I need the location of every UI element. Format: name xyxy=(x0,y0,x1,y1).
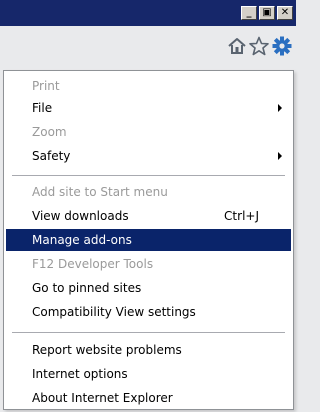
menu-item-view-downloads[interactable]: View downloads Ctrl+J xyxy=(6,205,291,227)
tools-menu: Print File Zoom Safety Add site to Start… xyxy=(3,70,294,410)
menu-item-label: File xyxy=(32,101,53,115)
browser-toolbar xyxy=(0,26,296,68)
menu-item-zoom: Zoom xyxy=(6,121,291,143)
menu-item-label: View downloads xyxy=(32,209,129,223)
menu-item-label: Manage add-ons xyxy=(32,233,132,247)
menu-item-label: Zoom xyxy=(32,125,67,139)
submenu-arrow-icon xyxy=(278,152,282,160)
menu-item-manage-addons[interactable]: Manage add-ons xyxy=(6,229,291,251)
favorites-star-icon[interactable] xyxy=(248,35,270,57)
home-icon[interactable] xyxy=(226,35,248,57)
menu-item-label: Go to pinned sites xyxy=(32,281,142,295)
submenu-arrow-icon xyxy=(278,104,282,112)
menu-item-file[interactable]: File xyxy=(6,97,291,119)
menu-item-print: Print xyxy=(6,75,291,97)
menu-item-compatibility-view[interactable]: Compatibility View settings xyxy=(6,301,291,323)
tools-gear-icon[interactable] xyxy=(271,35,293,57)
menu-item-label: Safety xyxy=(32,149,71,163)
menu-item-report-problems[interactable]: Report website problems xyxy=(6,339,291,361)
menu-item-label: Print xyxy=(32,79,60,93)
menu-separator xyxy=(12,332,285,333)
menu-item-label: F12 Developer Tools xyxy=(32,257,154,271)
menu-item-label: About Internet Explorer xyxy=(32,391,173,405)
minimize-button[interactable]: _ xyxy=(241,6,257,20)
close-button[interactable]: ✕ xyxy=(277,6,293,20)
maximize-button[interactable]: ▣ xyxy=(259,6,275,20)
menu-item-label: Report website problems xyxy=(32,343,182,357)
menu-separator xyxy=(12,175,285,176)
menu-item-add-site-to-start: Add site to Start menu xyxy=(6,181,291,203)
menu-item-label: Compatibility View settings xyxy=(32,305,196,319)
window-controls: _ ▣ ✕ xyxy=(241,6,293,20)
menu-item-label: Internet options xyxy=(32,367,128,381)
window-titlebar: _ ▣ ✕ xyxy=(0,0,296,26)
menu-item-pinned-sites[interactable]: Go to pinned sites xyxy=(6,277,291,299)
menu-item-internet-options[interactable]: Internet options xyxy=(6,363,291,385)
menu-item-safety[interactable]: Safety xyxy=(6,145,291,167)
menu-item-f12-developer-tools: F12 Developer Tools xyxy=(6,253,291,275)
menu-item-about-ie[interactable]: About Internet Explorer xyxy=(6,387,291,409)
menu-item-label: Add site to Start menu xyxy=(32,185,168,199)
menu-item-shortcut: Ctrl+J xyxy=(224,209,259,223)
